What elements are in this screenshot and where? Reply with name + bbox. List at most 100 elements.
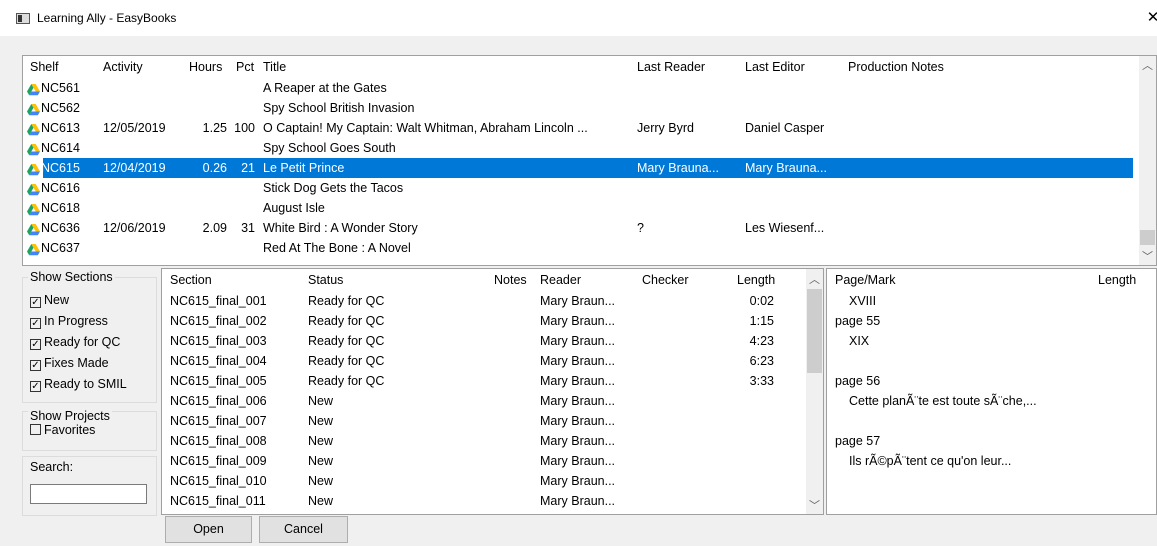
section-reader: Mary Braun...: [540, 494, 616, 508]
page-mark-row[interactable]: XVIII: [849, 291, 876, 311]
book-title: O Captain! My Captain: Walt Whitman, Abr…: [263, 121, 588, 135]
section-reader: Mary Braun...: [540, 374, 616, 388]
google-drive-icon: [27, 162, 40, 176]
google-drive-icon: [27, 222, 40, 236]
book-title: Spy School Goes South: [263, 141, 396, 155]
last-reader: Mary Brauna...: [637, 161, 719, 175]
shelf-row[interactable]: NC637 Red At The Bone : A Novel: [23, 238, 1133, 258]
close-button[interactable]: ✕: [1143, 6, 1157, 30]
section-length: 6:23: [749, 354, 774, 368]
shelf-row[interactable]: NC613 12/05/2019 1.25 100 O Captain! My Capt…: [23, 118, 1133, 138]
shelf-row[interactable]: NC562 Spy School British Invasion: [23, 98, 1133, 118]
google-drive-icon: [27, 102, 40, 116]
section-name: NC615_final_002: [170, 314, 267, 328]
book-title: White Bird : A Wonder Story: [263, 221, 418, 235]
section-reader: Mary Braun...: [540, 334, 616, 348]
section-filter-checkbox[interactable]: ✓ Ready for QC: [30, 332, 120, 352]
search-label: Search:: [28, 460, 76, 474]
column-header-length[interactable]: Length: [737, 269, 775, 291]
page-mark-row[interactable]: XIX: [849, 331, 869, 351]
chevron-up-icon[interactable]: ︿: [806, 271, 823, 287]
section-row[interactable]: NC615_final_011 New Mary Braun...: [162, 491, 817, 511]
chevron-down-icon[interactable]: ﹀: [1139, 248, 1156, 264]
shelf-id: NC562: [41, 101, 80, 115]
section-row[interactable]: NC615_final_009 New Mary Braun...: [162, 451, 817, 471]
section-row[interactable]: NC615_final_007 New Mary Braun...: [162, 411, 817, 431]
page-mark-row[interactable]: page 57: [835, 431, 880, 451]
activity-date: 12/04/2019: [103, 161, 166, 175]
shelf-row[interactable]: NC616 Stick Dog Gets the Tacos: [23, 178, 1133, 198]
shelf-row[interactable]: NC615 12/04/2019 0.26 21 Le Petit Prince Mary…: [23, 158, 1133, 178]
section-length: 3:33: [749, 374, 774, 388]
section-row[interactable]: NC615_final_001 Ready for QC Mary Braun...…: [162, 291, 817, 311]
book-title: Spy School British Invasion: [263, 101, 415, 115]
page-mark-row[interactable]: Ils rÃ©pÃ¨tent ce qu'on leur...: [849, 451, 1011, 471]
column-header-shelf[interactable]: Shelf: [30, 56, 59, 78]
section-row[interactable]: NC615_final_008 New Mary Braun...: [162, 431, 817, 451]
checkbox-icon: ✓: [30, 297, 41, 308]
section-filter-label: New: [44, 293, 70, 307]
cancel-button[interactable]: Cancel: [259, 516, 348, 543]
column-header-pct[interactable]: Pct: [236, 56, 254, 78]
sections-scrollbar[interactable]: ︿ ﹀: [806, 269, 823, 514]
shelf-row[interactable]: NC618 August Isle: [23, 198, 1133, 218]
section-row[interactable]: NC615_final_010 New Mary Braun...: [162, 471, 817, 491]
favorites-checkbox[interactable]: Favorites: [30, 420, 95, 440]
column-header-section[interactable]: Section: [170, 269, 212, 291]
section-filter-checkbox[interactable]: ✓ New: [30, 290, 69, 310]
book-title: August Isle: [263, 201, 325, 215]
open-button[interactable]: Open: [165, 516, 252, 543]
page-mark-row[interactable]: page 56: [835, 371, 880, 391]
column-header-title[interactable]: Title: [263, 56, 286, 78]
section-status: New: [308, 474, 334, 488]
section-length: 4:23: [749, 334, 774, 348]
column-header-production-notes[interactable]: Production Notes: [848, 56, 944, 78]
section-row[interactable]: NC615_final_003 Ready for QC Mary Braun...…: [162, 331, 817, 351]
google-drive-icon: [27, 82, 40, 96]
column-header-last-editor[interactable]: Last Editor: [745, 56, 805, 78]
column-header-notes[interactable]: Notes: [494, 269, 527, 291]
section-reader: Mary Braun...: [540, 354, 616, 368]
section-filter-checkbox[interactable]: ✓ Fixes Made: [30, 353, 109, 373]
search-input[interactable]: [30, 484, 147, 504]
column-header-last-reader[interactable]: Last Reader: [637, 56, 705, 78]
favorites-label: Favorites: [44, 423, 96, 437]
app-window-icon: [16, 13, 30, 24]
shelf-row[interactable]: NC614 Spy School Goes South: [23, 138, 1133, 158]
activity-date: 12/06/2019: [103, 221, 166, 235]
section-filter-checkbox[interactable]: ✓ In Progress: [30, 311, 108, 331]
section-row[interactable]: NC615_final_002 Ready for QC Mary Braun...…: [162, 311, 817, 331]
page-mark-row[interactable]: page 55: [835, 311, 880, 331]
title-bar: Learning Ally - EasyBooks ✕: [0, 0, 1157, 36]
section-filter-checkbox[interactable]: ✓ Ready to SMIL: [30, 374, 127, 394]
section-status: New: [308, 454, 334, 468]
section-row[interactable]: NC615_final_006 New Mary Braun...: [162, 391, 817, 411]
section-name: NC615_final_007: [170, 414, 267, 428]
checkbox-icon: ✓: [30, 339, 41, 350]
section-reader: Mary Braun...: [540, 454, 616, 468]
section-reader: Mary Braun...: [540, 314, 616, 328]
section-name: NC615_final_004: [170, 354, 267, 368]
chevron-down-icon[interactable]: ﹀: [806, 497, 823, 513]
column-header-page-mark[interactable]: Page/Mark: [835, 269, 895, 291]
column-header-reader[interactable]: Reader: [540, 269, 581, 291]
section-status: Ready for QC: [308, 334, 385, 348]
section-status: New: [308, 414, 334, 428]
chevron-up-icon[interactable]: ︿: [1139, 57, 1156, 73]
column-header-hours[interactable]: Hours: [189, 56, 222, 78]
last-reader: Jerry Byrd: [637, 121, 694, 135]
scrollbar-thumb[interactable]: [1140, 230, 1155, 245]
section-row[interactable]: NC615_final_004 Ready for QC Mary Braun...…: [162, 351, 817, 371]
shelf-id: NC615: [41, 161, 80, 175]
column-header-status[interactable]: Status: [308, 269, 343, 291]
section-row[interactable]: NC615_final_005 Ready for QC Mary Braun...…: [162, 371, 817, 391]
column-header-activity[interactable]: Activity: [103, 56, 143, 78]
scrollbar-thumb[interactable]: [807, 289, 822, 373]
section-name: NC615_final_011: [170, 494, 266, 508]
shelf-row[interactable]: NC636 12/06/2019 2.09 31 White Bird : A Wond…: [23, 218, 1133, 238]
shelf-row[interactable]: NC561 A Reaper at the Gates: [23, 78, 1133, 98]
shelf-scrollbar[interactable]: ︿ ﹀: [1139, 56, 1156, 265]
page-mark-row[interactable]: Cette planÃ¨te est toute sÃ¨che,...: [849, 391, 1037, 411]
column-header-mark-length[interactable]: Length: [1098, 269, 1136, 291]
column-header-checker[interactable]: Checker: [642, 269, 689, 291]
